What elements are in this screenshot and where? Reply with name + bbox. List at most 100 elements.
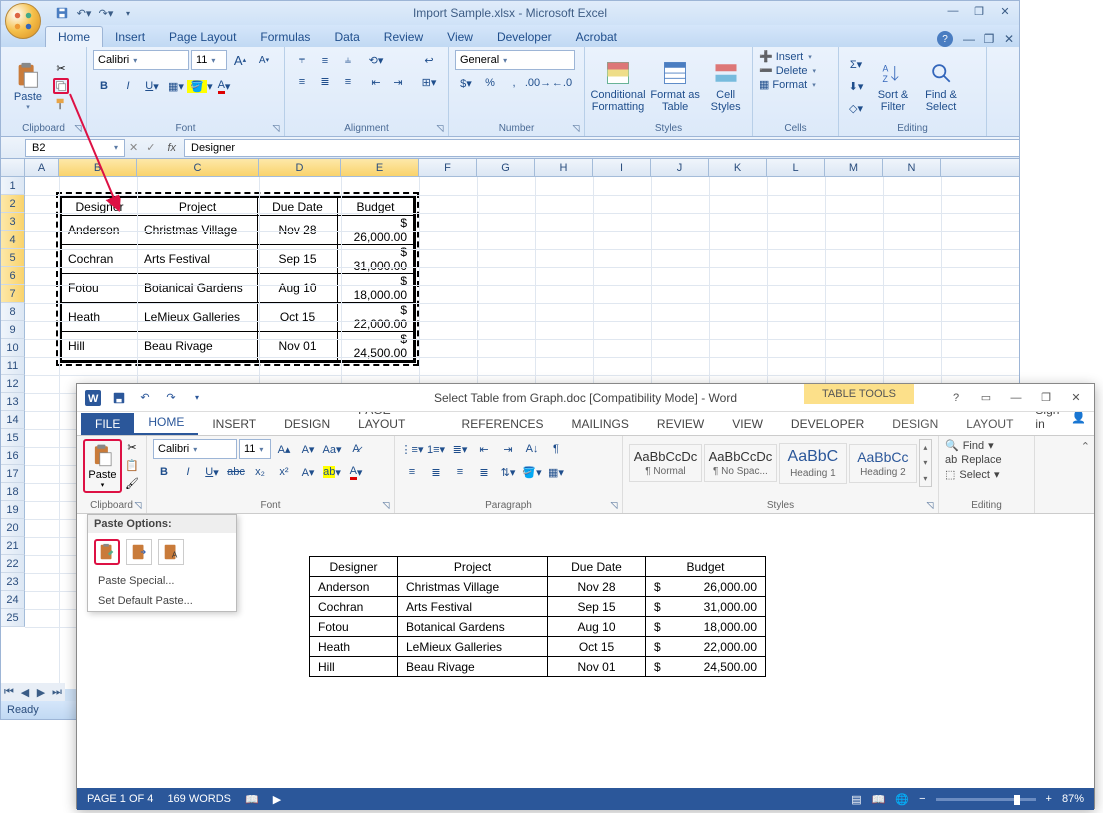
fill-color-button[interactable]: 🪣▾ bbox=[189, 76, 211, 96]
word-tab-review[interactable]: REVIEW bbox=[643, 413, 718, 435]
word-font-color-icon[interactable]: A▾ bbox=[345, 462, 367, 482]
word-tab-mailings[interactable]: MAILINGS bbox=[558, 413, 643, 435]
row-header-19[interactable]: 19 bbox=[1, 501, 25, 519]
row-header-13[interactable]: 13 bbox=[1, 393, 25, 411]
word-replace-button[interactable]: abReplace bbox=[945, 454, 1028, 466]
row-header-21[interactable]: 21 bbox=[1, 537, 25, 555]
column-header-G[interactable]: G bbox=[477, 159, 535, 176]
help-icon[interactable]: ? bbox=[937, 31, 953, 47]
column-header-I[interactable]: I bbox=[593, 159, 651, 176]
word-tab-table-layout[interactable]: LAYOUT bbox=[952, 413, 1027, 435]
qat-customize-icon[interactable]: ▾ bbox=[119, 4, 137, 22]
word-undo-icon[interactable]: ↶ bbox=[135, 388, 155, 408]
tab-data[interactable]: Data bbox=[322, 27, 371, 47]
sort-filter-button[interactable]: AZ Sort & Filter bbox=[871, 59, 915, 113]
align-bottom-icon[interactable]: ⫨ bbox=[337, 51, 359, 71]
line-spacing-icon[interactable]: ⇅▾ bbox=[497, 462, 519, 482]
proofing-icon[interactable]: 📖 bbox=[245, 793, 259, 806]
wrap-text-icon[interactable]: ↩ bbox=[415, 50, 443, 70]
sort-icon[interactable]: A↓ bbox=[521, 439, 543, 459]
collapse-ribbon-icon[interactable]: ⌃ bbox=[1077, 436, 1094, 513]
alignment-launcher-icon[interactable]: ◹ bbox=[434, 122, 446, 134]
word-bold-button[interactable]: B bbox=[153, 462, 175, 482]
word-tab-file[interactable]: FILE bbox=[81, 413, 134, 435]
set-default-paste-item[interactable]: Set Default Paste... bbox=[88, 591, 236, 611]
restore-button[interactable]: ❐ bbox=[969, 3, 989, 19]
tab-home[interactable]: Home bbox=[45, 26, 103, 47]
show-marks-icon[interactable]: ¶ bbox=[545, 439, 567, 459]
find-select-button[interactable]: Find & Select bbox=[919, 59, 963, 113]
paste-special-item[interactable]: Paste Special... bbox=[88, 571, 236, 591]
word-tab-home[interactable]: HOME bbox=[134, 411, 198, 435]
align-middle-icon[interactable]: ≡ bbox=[314, 51, 336, 71]
word-close-button[interactable]: ✕ bbox=[1062, 388, 1090, 408]
word-font-combo[interactable]: Calibri bbox=[153, 439, 237, 459]
word-tab-view[interactable]: VIEW bbox=[718, 413, 777, 435]
undo-icon[interactable]: ↶▾ bbox=[75, 4, 93, 22]
merge-center-icon[interactable]: ⊞▾ bbox=[415, 72, 443, 92]
underline-button[interactable]: U▾ bbox=[141, 76, 163, 96]
word-count[interactable]: 169 WORDS bbox=[167, 793, 231, 805]
word-size-combo[interactable]: 11 bbox=[239, 439, 271, 459]
row-header-10[interactable]: 10 bbox=[1, 339, 25, 357]
decrease-indent-icon[interactable]: ⇤ bbox=[365, 72, 387, 92]
save-icon[interactable] bbox=[53, 4, 71, 22]
word-align-right-icon[interactable]: ≡ bbox=[449, 462, 471, 482]
page-indicator[interactable]: PAGE 1 OF 4 bbox=[87, 793, 153, 805]
close-button[interactable]: ✕ bbox=[995, 3, 1015, 19]
bullets-icon[interactable]: ⋮≡▾ bbox=[401, 439, 423, 459]
word-ribbon-opts-icon[interactable]: ▭ bbox=[972, 388, 1000, 408]
row-header-3[interactable]: 3 bbox=[1, 213, 25, 231]
format-as-table-button[interactable]: Format as Table bbox=[649, 59, 701, 113]
column-header-J[interactable]: J bbox=[651, 159, 709, 176]
row-header-1[interactable]: 1 bbox=[1, 177, 25, 195]
currency-icon[interactable]: $▾ bbox=[455, 73, 477, 93]
decrease-decimal-icon[interactable]: ←.0 bbox=[551, 73, 573, 93]
word-align-center-icon[interactable]: ≣ bbox=[425, 462, 447, 482]
tab-insert[interactable]: Insert bbox=[103, 27, 157, 47]
grow-font-icon[interactable]: A▴ bbox=[229, 50, 251, 70]
word-shrink-font-icon[interactable]: A▾ bbox=[297, 439, 319, 459]
row-header-12[interactable]: 12 bbox=[1, 375, 25, 393]
column-header-H[interactable]: H bbox=[535, 159, 593, 176]
next-sheet-icon[interactable]: ▶ bbox=[33, 684, 49, 700]
column-header-C[interactable]: C bbox=[137, 159, 259, 176]
multilevel-icon[interactable]: ≣▾ bbox=[449, 439, 471, 459]
minimize-button[interactable]: — bbox=[943, 3, 963, 19]
row-header-8[interactable]: 8 bbox=[1, 303, 25, 321]
word-minimize-button[interactable]: — bbox=[1002, 388, 1030, 408]
row-header-20[interactable]: 20 bbox=[1, 519, 25, 537]
word-document-area[interactable]: Paste Options: A Paste Special... Set De… bbox=[77, 514, 1094, 788]
fill-icon[interactable]: ⬇▾ bbox=[845, 76, 867, 96]
word-find-button[interactable]: 🔍Find ▾ bbox=[945, 439, 1028, 452]
row-header-15[interactable]: 15 bbox=[1, 429, 25, 447]
word-select-button[interactable]: ⬚Select ▾ bbox=[945, 468, 1028, 481]
word-grow-font-icon[interactable]: A▴ bbox=[273, 439, 295, 459]
prev-sheet-icon[interactable]: ◀ bbox=[17, 684, 33, 700]
styles-more-icon[interactable]: ▴▾▾ bbox=[919, 439, 932, 487]
word-paragraph-launcher-icon[interactable]: ◹ bbox=[608, 499, 620, 511]
word-justify-icon[interactable]: ≣ bbox=[473, 462, 495, 482]
word-format-painter-icon[interactable]: 🖌 bbox=[124, 475, 140, 491]
redo-icon[interactable]: ↷▾ bbox=[97, 4, 115, 22]
row-header-7[interactable]: 7 bbox=[1, 285, 25, 303]
enter-icon[interactable]: ✓ bbox=[146, 141, 155, 154]
word-cut-icon[interactable]: ✂ bbox=[124, 439, 140, 455]
print-layout-icon[interactable]: ▤ bbox=[851, 793, 861, 806]
shrink-font-icon[interactable]: A▾ bbox=[253, 50, 275, 70]
zoom-in-icon[interactable]: + bbox=[1046, 793, 1052, 805]
clear-icon[interactable]: ◇▾ bbox=[845, 98, 867, 118]
cut-icon[interactable]: ✂ bbox=[53, 60, 69, 76]
row-header-24[interactable]: 24 bbox=[1, 591, 25, 609]
style-item-3[interactable]: AaBbCcHeading 2 bbox=[849, 444, 917, 483]
row-header-18[interactable]: 18 bbox=[1, 483, 25, 501]
word-text-effects-icon[interactable]: A▾ bbox=[297, 462, 319, 482]
align-left-icon[interactable]: ≡ bbox=[291, 72, 313, 92]
cell-styles-button[interactable]: Cell Styles bbox=[705, 59, 746, 113]
style-item-0[interactable]: AaBbCcDc¶ Normal bbox=[629, 444, 702, 482]
borders-icon[interactable]: ▦▾ bbox=[545, 462, 567, 482]
read-mode-icon[interactable]: 📖 bbox=[872, 793, 886, 806]
numbering-icon[interactable]: 1≡▾ bbox=[425, 439, 447, 459]
zoom-level[interactable]: 87% bbox=[1062, 793, 1084, 805]
tab-developer[interactable]: Developer bbox=[485, 27, 564, 47]
